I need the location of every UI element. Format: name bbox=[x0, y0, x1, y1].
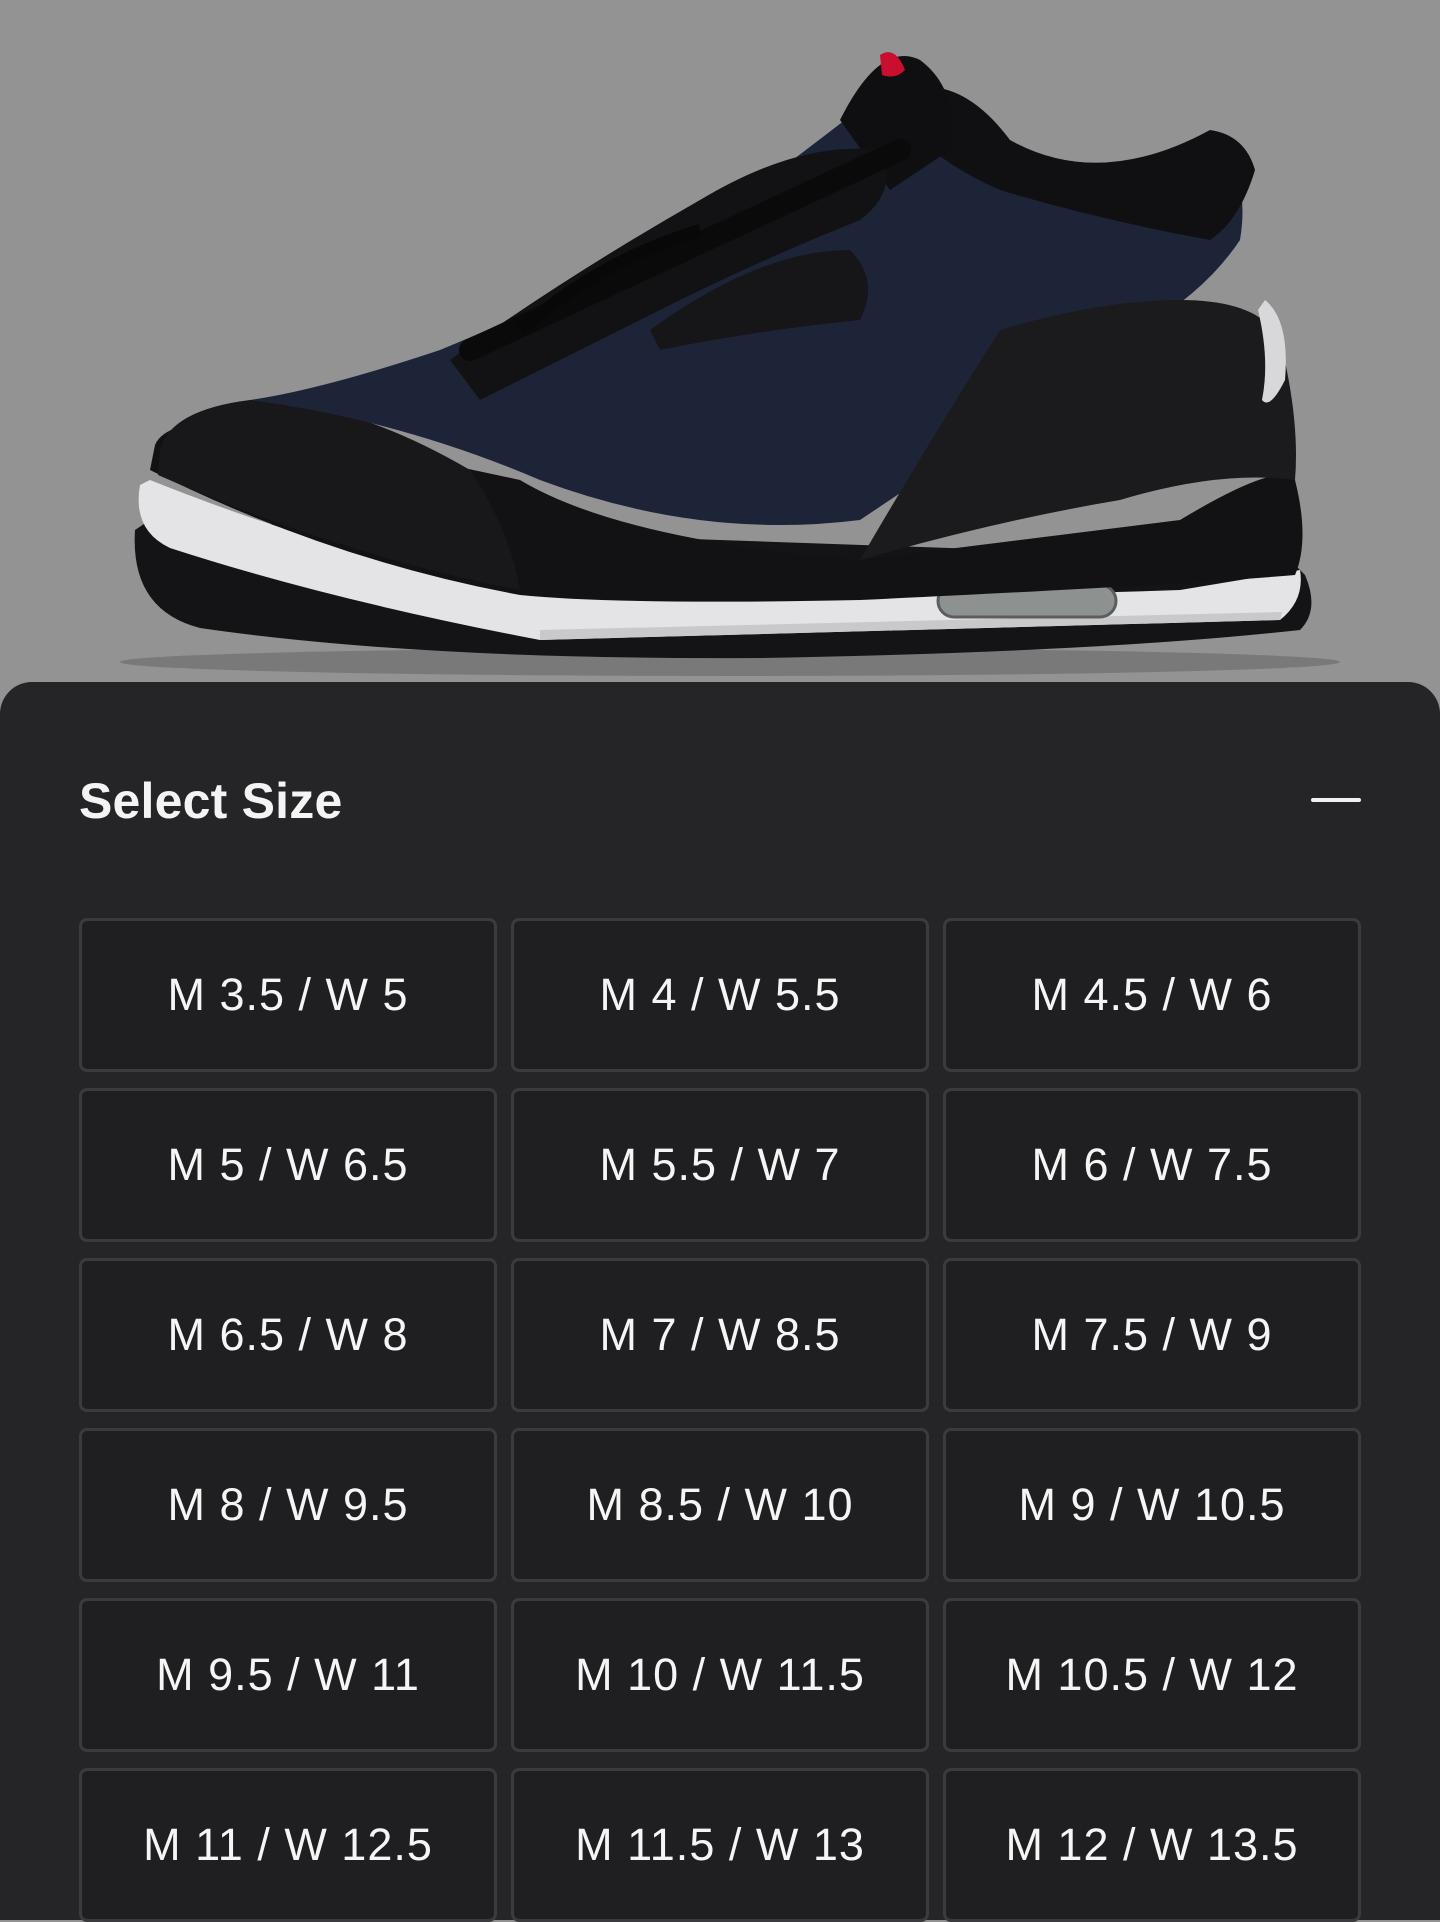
select-size-title: Select Size bbox=[79, 773, 343, 829]
size-option[interactable]: M 12 / W 13.5 bbox=[943, 1768, 1361, 1922]
size-option[interactable]: M 8.5 / W 10 bbox=[511, 1428, 929, 1582]
size-option[interactable]: M 9 / W 10.5 bbox=[943, 1428, 1361, 1582]
size-option[interactable]: M 10.5 / W 12 bbox=[943, 1598, 1361, 1752]
collapse-button[interactable] bbox=[1300, 770, 1380, 830]
size-grid: M 3.5 / W 5 M 4 / W 5.5 M 4.5 / W 6 M 5 … bbox=[79, 918, 1361, 1922]
size-option[interactable]: M 3.5 / W 5 bbox=[79, 918, 497, 1072]
minus-icon bbox=[1311, 798, 1361, 802]
size-option[interactable]: M 6 / W 7.5 bbox=[943, 1088, 1361, 1242]
size-option[interactable]: M 5 / W 6.5 bbox=[79, 1088, 497, 1242]
size-option[interactable]: M 4.5 / W 6 bbox=[943, 918, 1361, 1072]
size-option[interactable]: M 11.5 / W 13 bbox=[511, 1768, 929, 1922]
size-option[interactable]: M 7 / W 8.5 bbox=[511, 1258, 929, 1412]
size-option[interactable]: M 8 / W 9.5 bbox=[79, 1428, 497, 1582]
size-option[interactable]: M 5.5 / W 7 bbox=[511, 1088, 929, 1242]
size-option[interactable]: M 11 / W 12.5 bbox=[79, 1768, 497, 1922]
size-option[interactable]: M 7.5 / W 9 bbox=[943, 1258, 1361, 1412]
size-option[interactable]: M 6.5 / W 8 bbox=[79, 1258, 497, 1412]
product-image bbox=[120, 52, 1340, 676]
size-option[interactable]: M 4 / W 5.5 bbox=[511, 918, 929, 1072]
size-option[interactable]: M 9.5 / W 11 bbox=[79, 1598, 497, 1752]
size-option[interactable]: M 10 / W 11.5 bbox=[511, 1598, 929, 1752]
product-image-area bbox=[0, 0, 1440, 700]
